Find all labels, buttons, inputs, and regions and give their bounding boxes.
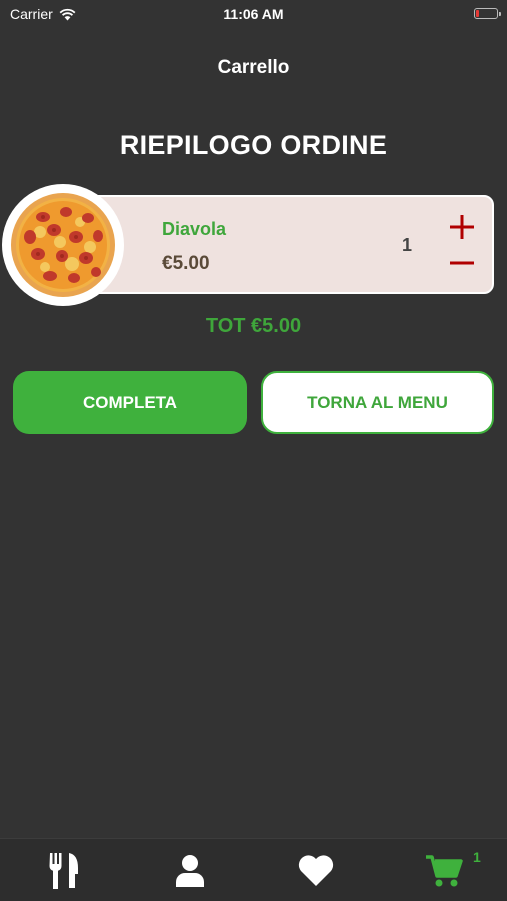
increase-quantity-button[interactable] — [450, 215, 474, 239]
cart-icon — [426, 855, 463, 887]
tab-bar: 1 — [0, 838, 507, 901]
decrease-quantity-button[interactable] — [450, 251, 474, 275]
battery-level — [476, 10, 479, 17]
item-quantity: 1 — [402, 235, 413, 255]
user-icon — [176, 855, 204, 887]
tab-cart[interactable] — [424, 851, 464, 891]
status-bar: Carrier 11:06 AM — [0, 0, 507, 28]
cart-item-card: Diavola €5.00 1 — [60, 195, 494, 294]
tab-favorites[interactable] — [296, 851, 336, 891]
pizza-image — [2, 184, 124, 306]
cart-badge: 1 — [473, 849, 481, 865]
back-to-menu-button[interactable]: TORNA AL MENU — [261, 371, 494, 434]
item-price: €5.00 — [162, 253, 210, 274]
battery-icon — [474, 8, 501, 19]
tab-profile[interactable] — [170, 851, 210, 891]
order-summary-title: RIEPILOGO ORDINE — [119, 130, 388, 160]
plus-icon — [450, 215, 474, 239]
item-name: Diavola — [162, 219, 227, 239]
nav-title: Carrello — [217, 57, 290, 78]
fork-knife-icon — [49, 853, 78, 889]
complete-order-button[interactable]: COMPLETA — [13, 371, 247, 434]
pizza-illustration — [11, 193, 115, 297]
heart-icon — [298, 855, 334, 886]
order-total: TOT €5.00 — [205, 315, 302, 337]
clock: 11:06 AM — [223, 6, 284, 22]
tab-menu[interactable] — [44, 851, 84, 891]
minus-icon — [450, 261, 474, 265]
